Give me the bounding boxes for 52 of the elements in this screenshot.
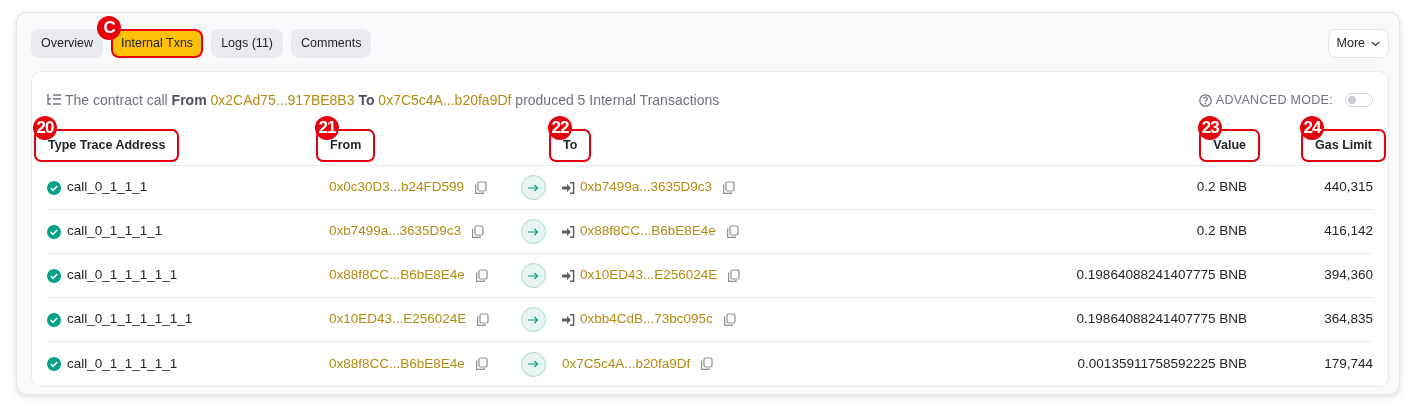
address-link[interactable]: 0x88f8CC...B6bE8E4e — [329, 265, 465, 286]
copy-icon[interactable] — [474, 268, 488, 283]
tab[interactable]: Overview — [31, 29, 104, 58]
more-button[interactable]: More — [1327, 29, 1389, 58]
address-link[interactable]: 0x10ED43...E256024E — [329, 309, 467, 330]
list-tree-icon — [47, 94, 61, 106]
summary-text: The contract call From 0x2CAd75...917BE8B3 To 0x7C5c4A...b20fa9Df produced 5 Internal Transactions — [65, 90, 720, 110]
success-check-icon — [47, 357, 61, 371]
advanced-mode-label: ADVANCED MODE: — [1215, 91, 1333, 109]
copy-icon[interactable] — [722, 312, 736, 327]
copy-icon[interactable] — [474, 357, 488, 371]
value-text: 0.00135911758592225 BNB — [1077, 355, 1247, 371]
gas-limit-text: 394,360 — [1324, 267, 1373, 283]
gas-limit-text: 440,315 — [1324, 179, 1373, 195]
help-icon — [1198, 93, 1212, 107]
address-link[interactable]: 0x0c30D3...b24FD599 — [329, 177, 465, 198]
address-link[interactable]: 0xbb4CdB...73bc095c — [580, 309, 713, 330]
success-check-icon — [47, 224, 61, 239]
copy-icon[interactable] — [725, 224, 739, 239]
address-link[interactable]: 0x2CAd75...917BE8B3 — [210, 91, 355, 108]
copy-icon[interactable] — [700, 357, 714, 371]
chevron-icon — [1371, 40, 1380, 47]
address-link[interactable]: 0xb7499a...3635D9c3 — [329, 221, 462, 242]
success-check-icon — [47, 312, 61, 327]
trace-type: call_0_1_1_1_1 — [67, 222, 163, 241]
copy-icon[interactable] — [471, 224, 485, 239]
success-check-icon — [47, 268, 61, 283]
gas-limit-text: 179,744 — [1324, 355, 1373, 371]
gas-limit-text: 416,142 — [1324, 223, 1373, 239]
address-link[interactable]: 0x10ED43...E256024E — [580, 265, 718, 286]
trace-type: call_0_1_1_1_1_1_1 — [67, 310, 193, 329]
success-check-icon — [47, 180, 61, 195]
address-link[interactable]: 0x7C5c4A...b20fa9Df — [378, 91, 512, 108]
copy-icon[interactable] — [476, 312, 490, 327]
annotation-marker: C — [97, 16, 122, 40]
address-link[interactable]: 0x88f8CC...B6bE8E4e — [329, 353, 465, 375]
address-link[interactable]: 0xb7499a...3635D9c3 — [580, 177, 713, 198]
value-text: 0.2 BNB — [1196, 223, 1247, 239]
value-text: 0.19864088241407775 BNB — [1076, 311, 1247, 327]
trace-type: call_0_1_1_1_1_1 — [67, 354, 178, 373]
trace-type: call_0_1_1_1_1_1 — [67, 266, 178, 285]
copy-icon[interactable] — [727, 268, 741, 283]
address-link[interactable]: 0x88f8CC...B6bE8E4e — [580, 221, 716, 242]
trace-type: call_0_1_1_1 — [67, 178, 148, 197]
value-text: 0.2 BNB — [1196, 179, 1247, 195]
value-text: 0.19864088241407775 BNB — [1076, 267, 1247, 283]
tab[interactable]: Logs (11) — [211, 29, 283, 58]
copy-icon[interactable] — [722, 180, 736, 195]
tab[interactable]: Comments — [291, 29, 372, 58]
address-link[interactable]: 0x7C5c4A...b20fa9Df — [562, 353, 691, 375]
copy-icon[interactable] — [474, 180, 488, 195]
gas-limit-text: 364,835 — [1324, 311, 1373, 327]
